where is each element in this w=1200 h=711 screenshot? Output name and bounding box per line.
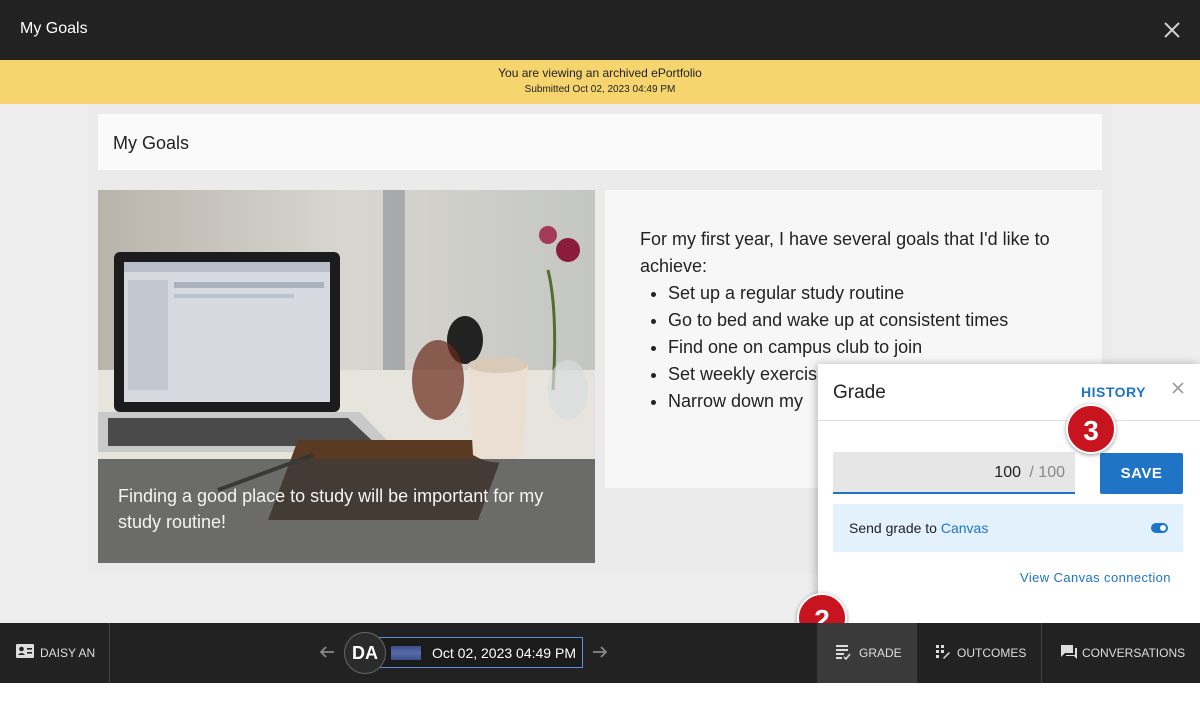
canvas-link[interactable]: Canvas — [941, 520, 988, 536]
submission-date-select[interactable]: Oct 02, 2023 04:49 PM — [378, 637, 583, 668]
view-canvas-connection-link[interactable]: View Canvas connection — [1020, 570, 1171, 585]
chat-icon — [1061, 645, 1077, 659]
list-item: Set up a regular study routine — [668, 280, 1067, 307]
outcomes-icon — [936, 645, 950, 659]
id-card-icon — [16, 644, 34, 658]
student-name: DAISY AN — [40, 646, 96, 660]
arrow-right-icon[interactable] — [591, 643, 609, 661]
student-selector[interactable]: DAISY AN — [0, 623, 110, 683]
archive-banner: You are viewing an archived ePortfolio S… — [0, 60, 1200, 104]
step-3-callout: 3 — [1066, 404, 1116, 454]
send-grade-label: Send grade to Canvas — [849, 520, 988, 536]
close-icon[interactable] — [1160, 18, 1184, 42]
banner-submitted: Submitted Oct 02, 2023 04:49 PM — [524, 84, 676, 95]
history-link[interactable]: HISTORY — [1081, 384, 1146, 400]
window-title: My Goals — [20, 20, 88, 37]
arrow-left-icon[interactable] — [318, 643, 336, 661]
image-caption: Finding a good place to study will be im… — [98, 459, 595, 563]
list-item: Find one on campus club to join — [668, 334, 1067, 361]
bottom-bar: DAISY AN Oct 02, 2023 04:49 PM DA GRADE … — [0, 623, 1200, 683]
list-item: Go to bed and wake up at consistent time… — [668, 307, 1067, 334]
tab-conversations[interactable]: CONVERSATIONS — [1042, 623, 1200, 683]
tab-conversations-label: CONVERSATIONS — [1082, 646, 1186, 660]
tab-grade-label: GRADE — [859, 646, 902, 660]
save-button[interactable]: SAVE — [1100, 453, 1183, 494]
tab-outcomes-label: OUTCOMES — [957, 646, 1027, 660]
goals-intro: For my first year, I have several goals … — [640, 229, 1050, 276]
submission-date: Oct 02, 2023 04:49 PM — [432, 645, 576, 661]
tab-outcomes[interactable]: OUTCOMES — [917, 623, 1042, 683]
submission-thumbnail — [391, 646, 421, 660]
score-max: / 100 — [1029, 464, 1065, 481]
grade-list-icon — [836, 645, 851, 660]
grade-panel-header: Grade HISTORY — [818, 364, 1200, 421]
grade-panel: Grade HISTORY 100 / 100 SAVE Send grade … — [818, 364, 1200, 623]
score-value[interactable]: 100 — [994, 464, 1021, 482]
send-grade-toggle[interactable] — [1151, 523, 1168, 533]
close-icon[interactable] — [1170, 380, 1186, 396]
toggle-knob — [1160, 525, 1166, 531]
top-bar: My Goals — [0, 0, 1200, 60]
send-grade-prefix: Send grade to — [849, 520, 941, 536]
study-photo: Finding a good place to study will be im… — [98, 190, 595, 563]
page-title: My Goals — [98, 114, 1102, 170]
grade-panel-title: Grade — [833, 382, 886, 403]
score-input[interactable]: 100 / 100 — [833, 452, 1075, 494]
tab-grade[interactable]: GRADE — [817, 623, 917, 683]
send-grade-row: Send grade to Canvas — [833, 504, 1183, 552]
banner-message: You are viewing an archived ePortfolio — [498, 66, 702, 80]
avatar: DA — [344, 632, 386, 674]
